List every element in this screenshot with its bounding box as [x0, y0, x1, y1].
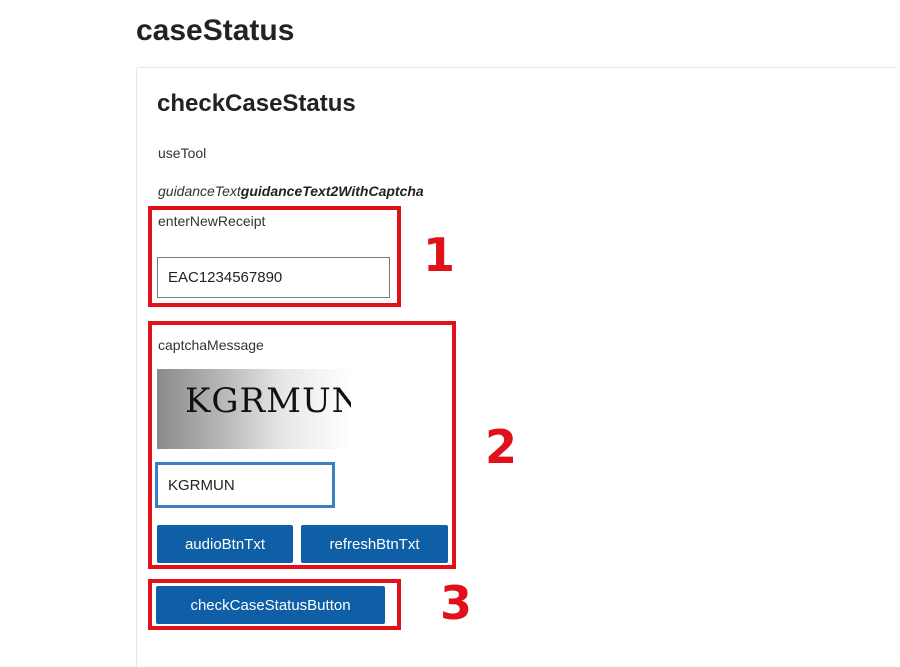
captcha-image: KGRMUN	[157, 369, 351, 449]
captcha-label: captchaMessage	[158, 337, 264, 353]
step-marker-3: 3	[440, 576, 473, 630]
page-title: caseStatus	[136, 14, 295, 47]
guidance-text: guidanceTextguidanceText2WithCaptcha	[158, 183, 424, 199]
receipt-number-input[interactable]	[157, 257, 390, 298]
use-tool-text: useTool	[158, 145, 207, 161]
step-marker-2: 2	[485, 420, 518, 474]
check-case-status-button[interactable]: checkCaseStatusButton	[156, 586, 385, 624]
receipt-label: enterNewReceipt	[158, 213, 266, 229]
refresh-captcha-button[interactable]: refreshBtnTxt	[301, 525, 448, 563]
audio-captcha-button[interactable]: audioBtnTxt	[157, 525, 293, 563]
step-marker-1: 1	[423, 228, 456, 282]
captcha-image-text: KGRMUN	[185, 381, 351, 421]
captcha-input[interactable]	[155, 462, 335, 508]
guidance-prefix: guidanceText	[158, 183, 241, 199]
guidance-bold: guidanceText2WithCaptcha	[240, 183, 424, 199]
section-title: checkCaseStatus	[157, 90, 356, 117]
